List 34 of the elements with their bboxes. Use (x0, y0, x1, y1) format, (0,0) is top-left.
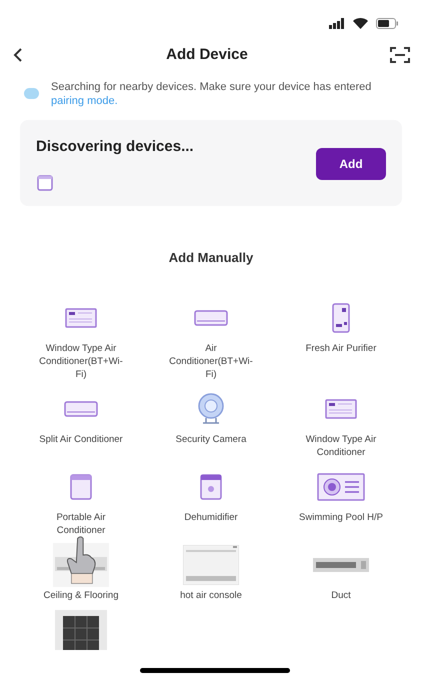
device-label[interactable]: Split Air Conditioner (19, 432, 143, 446)
device-label[interactable]: Security Camera (156, 432, 266, 446)
battery-icon (376, 18, 398, 28)
page-title: Add Device (166, 44, 248, 65)
portable-unit-icon (70, 474, 92, 500)
device-label[interactable]: Window Type Air Conditioner (276, 432, 406, 458)
device-label[interactable]: Fresh Air Purifier (286, 342, 396, 354)
pool-unit-icon (317, 472, 365, 500)
device-label[interactable]: hot air console (160, 588, 262, 602)
window-unit-icon (65, 308, 97, 328)
wifi-icon (353, 18, 368, 28)
device-label[interactable]: Duct (311, 588, 371, 602)
window-unit-icon (325, 398, 357, 418)
section-title: Add Manually (168, 249, 254, 267)
dehumidifier-icon (200, 474, 222, 500)
device-label[interactable]: Air Conditioner(BT+Wi-Fi) (146, 342, 276, 380)
scan-icon[interactable] (390, 46, 410, 64)
wall-unit-icon (194, 310, 228, 326)
tower-unit-icon (332, 302, 350, 332)
add-button[interactable]: Add (316, 148, 386, 180)
device-label[interactable]: Swimming Pool H/P (279, 510, 403, 524)
wall-unit-icon (64, 400, 98, 416)
device-label[interactable]: Portable Air Conditioner (16, 510, 146, 536)
discovery-title: Discovering devices... (36, 137, 194, 157)
device-label[interactable]: Ceiling & Flooring (24, 588, 138, 602)
search-indicator-icon (24, 88, 39, 99)
device-label[interactable]: Window Type Air Conditioner(BT+Wi-Fi) (16, 342, 146, 380)
notice-text: Searching for nearby devices. Make sure your device has entered pairing mode. (51, 80, 372, 108)
device-icon (36, 174, 54, 190)
camera-icon (196, 392, 226, 424)
device-label[interactable]: Dehumidifier (164, 510, 258, 524)
hand-pointer-icon (64, 535, 98, 585)
signal-icon (329, 18, 345, 28)
back-icon[interactable] (12, 47, 24, 63)
